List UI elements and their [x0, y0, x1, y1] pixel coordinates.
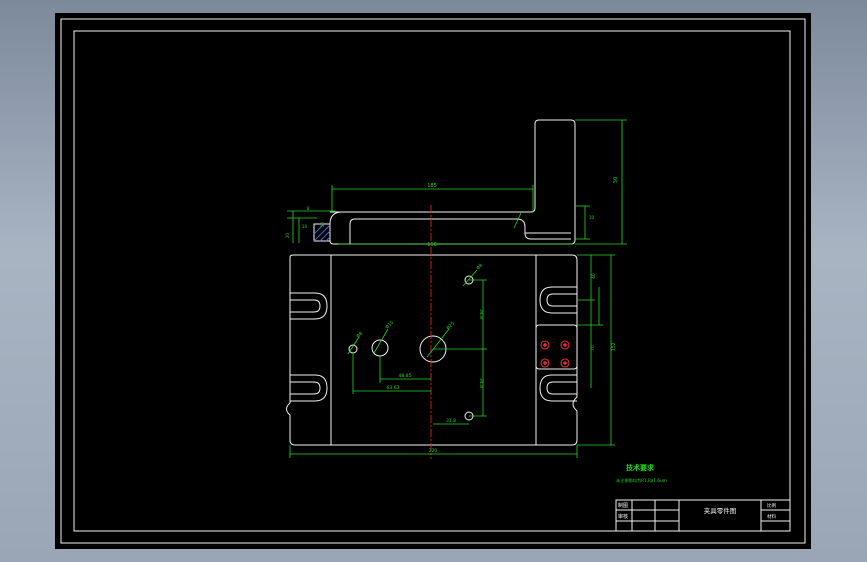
title-block-label-1: 制图	[618, 502, 628, 509]
dim-horiz-1: 48.85	[399, 373, 412, 379]
dim-vert-upper: 34.8	[478, 309, 484, 319]
cad-viewport[interactable]: 185 156 8 20 10 20 50 10 Φ8 Φ15 Φ25 Φ8 3…	[55, 13, 811, 549]
tech-requirements-note: 未注倒角均为R1,Ra1.6um	[616, 477, 667, 484]
top-view-right-pocket	[524, 232, 571, 240]
dim-inner-length: 156	[427, 242, 437, 248]
sheet-border-inner	[73, 30, 791, 532]
dim-right-h2: 70	[590, 345, 596, 351]
dim-horiz-2: 63.63	[387, 385, 400, 391]
dim-left-step: 8	[307, 206, 310, 211]
dim-right-total: 152	[611, 342, 617, 351]
right-slot-lower	[539, 374, 577, 402]
top-view-outline	[329, 119, 576, 245]
dim-top-length: 185	[427, 183, 437, 189]
dim-overall-width: 220	[429, 448, 438, 454]
dim-left-h2: 20	[320, 221, 325, 227]
sheet-border-outer	[60, 18, 806, 544]
front-view-outline	[286, 254, 578, 446]
right-slot-upper	[539, 286, 577, 314]
left-slot-lower	[290, 374, 328, 402]
tech-requirements-title: 技术要求	[626, 463, 655, 472]
title-block-label-2: 审核	[618, 513, 628, 520]
front-view: Φ8 Φ15 Φ25 Φ8 34.8 34.8 48.85 63.63 31.8…	[286, 205, 617, 459]
label-hole-small-left: Φ8	[355, 331, 364, 340]
title-block-scale: 比例	[767, 502, 776, 509]
top-view-inner-channel	[349, 218, 571, 244]
left-slot-upper	[290, 292, 328, 320]
dim-right-angle: 10	[589, 215, 595, 220]
dim-bottom-small: 31.8	[446, 418, 456, 424]
dim-right-h1: 40	[591, 273, 597, 279]
dim-right-height: 50	[613, 177, 619, 183]
drawing-name: 夹具零件图	[704, 506, 737, 515]
label-hole-big: Φ25	[445, 321, 456, 332]
dim-vert-lower: 34.8	[478, 378, 484, 388]
title-block: 制图 审核 夹具零件图 比例 材料	[615, 499, 791, 532]
title-block-material: 材料	[767, 513, 776, 520]
dim-left-depth: 20	[285, 232, 290, 238]
top-view: 185 156 8 20 10 20 50 10	[285, 119, 627, 248]
label-hole-mid: Φ15	[384, 320, 395, 331]
cad-drawing: 185 156 8 20 10 20 50 10 Φ8 Φ15 Φ25 Φ8 3…	[60, 18, 806, 544]
dim-left-h1: 10	[302, 224, 308, 229]
